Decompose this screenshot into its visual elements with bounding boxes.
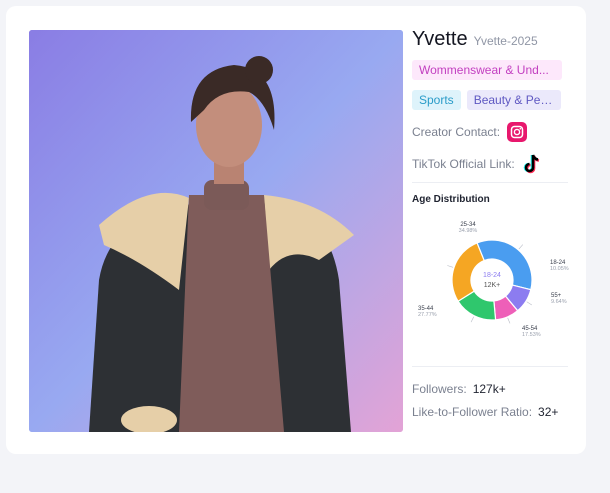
ratio-label: Like-to-Follower Ratio:: [412, 405, 533, 419]
creator-photo[interactable]: [29, 30, 403, 432]
divider: [412, 182, 568, 183]
tiktok-link: TikTok Official Link:: [412, 154, 572, 174]
ratio-value: 32+: [538, 405, 559, 419]
tag-beauty[interactable]: Beauty & Per...: [466, 90, 561, 110]
donut-center-label: 18-24: [483, 272, 501, 279]
donut-percent-18-24: 10.05%: [550, 266, 569, 272]
divider: [412, 366, 568, 367]
donut-percent-55+: 9.64%: [551, 299, 567, 305]
followers-value: 127k+: [472, 382, 506, 396]
donut-leader-line: [526, 301, 532, 306]
creator-info: Yvette Yvette-2025 Wommenswear & Und... …: [412, 28, 572, 174]
age-distribution-chart: 18-24 12K+ 25-3434.98%18-2410.05%55+9.64…: [418, 222, 569, 338]
donut-leader-line: [447, 265, 454, 268]
donut-percent-35-44: 27.77%: [418, 312, 437, 318]
age-distribution-title: Age Distribution: [412, 194, 490, 205]
donut-center-value: 12K+: [484, 282, 501, 289]
name-row: Yvette Yvette-2025: [412, 28, 572, 51]
donut-percent-45-54: 17.53%: [522, 332, 541, 338]
donut-slice-35-44[interactable]: [451, 242, 485, 303]
tiktok-link-label: TikTok Official Link:: [412, 157, 515, 171]
creator-contact: Creator Contact:: [412, 122, 572, 142]
ratio-stat: Like-to-Follower Ratio: 32+: [412, 405, 558, 419]
instagram-icon[interactable]: [507, 122, 528, 142]
category-tag[interactable]: Wommenswear & Und...: [412, 60, 562, 80]
tag-row: Sports Beauty & Per...: [412, 90, 572, 110]
donut-percent-25-34: 34.98%: [459, 228, 478, 234]
creator-contact-label: Creator Contact:: [412, 125, 501, 139]
donut-leader-line: [518, 244, 524, 250]
followers-stat: Followers: 127k+: [412, 382, 506, 396]
donut-leader-line: [507, 317, 511, 324]
followers-label: Followers:: [412, 382, 467, 396]
tiktok-icon[interactable]: [522, 154, 542, 174]
tag-sports[interactable]: Sports: [412, 90, 461, 110]
donut-leader-line: [470, 316, 475, 323]
creator-handle: Yvette-2025: [473, 34, 538, 48]
creator-name: Yvette: [412, 28, 468, 50]
